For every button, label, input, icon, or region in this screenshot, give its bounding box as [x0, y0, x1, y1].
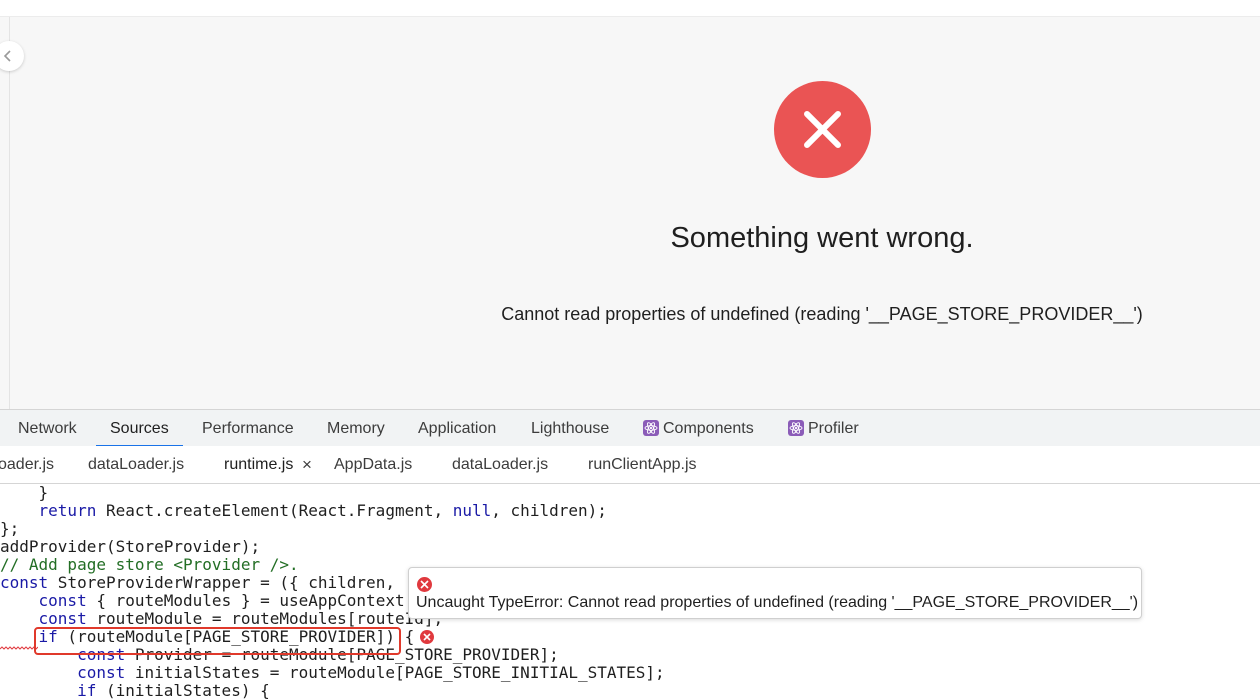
code-line: const routeModule = routeModules[routeId…	[38, 609, 444, 628]
react-icon	[788, 420, 804, 436]
file-tab[interactable]: AppData.js	[334, 446, 412, 483]
tab-application[interactable]: Application	[418, 410, 496, 446]
file-tab[interactable]: dataLoader.js	[88, 446, 184, 483]
code-line: const StoreProviderWrapper = ({ children…	[0, 573, 395, 592]
file-tab-active[interactable]: runtime.js	[224, 446, 293, 483]
code-line: if (initialStates) {	[77, 681, 270, 700]
highlight-box	[34, 627, 401, 655]
error-squiggle	[0, 646, 38, 650]
error-tooltip-text: Uncaught TypeError: Cannot read properti…	[416, 594, 1139, 611]
code-line: }	[0, 483, 49, 502]
tab-lighthouse[interactable]: Lighthouse	[531, 410, 609, 446]
code-line: const { routeModules } = useAppContext	[38, 591, 405, 610]
code-comment-line: // Add page store <Provider />.	[0, 555, 299, 574]
error-tooltip: Uncaught TypeError: Cannot read properti…	[408, 567, 1142, 619]
react-icon	[643, 420, 659, 436]
code-line: return React.createElement(React.Fragmen…	[38, 501, 607, 520]
error-icon	[774, 81, 871, 178]
page-divider	[9, 17, 10, 409]
error-icon	[417, 577, 432, 592]
code-line: const initialStates = routeModule[PAGE_S…	[77, 663, 665, 682]
top-bar	[0, 0, 1260, 17]
tab-memory[interactable]: Memory	[327, 410, 385, 446]
file-tab[interactable]: oader.js	[0, 446, 54, 483]
code-line: addProvider(StoreProvider);	[0, 537, 261, 556]
error-title: Something went wrong.	[670, 222, 974, 254]
tab-performance[interactable]: Performance	[202, 410, 294, 446]
tab-network[interactable]: Network	[18, 410, 77, 446]
close-tab-icon[interactable]: ×	[302, 446, 312, 483]
devtools-tab-bar: Network Sources Performance Memory Appli…	[0, 409, 1260, 447]
file-tab[interactable]: dataLoader.js	[452, 446, 548, 483]
inline-error-icon[interactable]	[420, 630, 434, 644]
tab-sources[interactable]: Sources	[96, 410, 183, 447]
code-line: };	[0, 519, 20, 538]
file-tab[interactable]: runClientApp.js	[588, 446, 697, 483]
error-page	[0, 17, 1260, 409]
tab-profiler[interactable]: Profiler	[808, 410, 859, 446]
error-message: Cannot read properties of undefined (rea…	[501, 304, 1143, 324]
tab-components[interactable]: Components	[663, 410, 754, 446]
file-tab-bar: oader.js dataLoader.js runtime.js × AppD…	[0, 446, 1260, 484]
chevron-left-icon	[3, 50, 11, 62]
